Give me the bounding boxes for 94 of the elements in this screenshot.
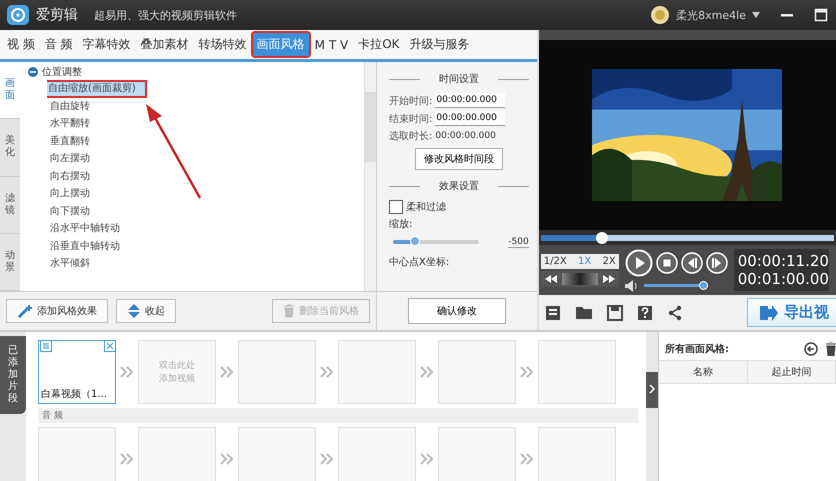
audio-track-label: 音 频 <box>42 411 63 421</box>
app-name: 爱剪辑 <box>36 6 78 24</box>
progress-bar[interactable] <box>540 235 834 241</box>
chevron-icon <box>320 453 334 465</box>
help-icon[interactable] <box>636 304 653 320</box>
chevron-icon <box>520 366 534 378</box>
trash-icon[interactable] <box>826 342 836 356</box>
video-clip[interactable]: 白幕视频（1... <box>38 340 116 404</box>
added-clips-tab[interactable]: 已添加片段 <box>0 336 26 414</box>
collapse-icon[interactable] <box>28 67 38 77</box>
effect-item[interactable]: 自由旋转 <box>20 98 364 115</box>
chevron-icon <box>420 366 434 378</box>
duration-value: 00:00:00.000 <box>435 131 496 141</box>
previous-frame-icon[interactable] <box>680 252 703 274</box>
app-slogan: 超易用、强大的视频剪辑软件 <box>94 8 237 22</box>
chevron-icon <box>120 453 134 465</box>
tab[interactable]: 字幕特效 <box>78 33 135 56</box>
chevron-icon <box>220 366 234 378</box>
effect-item[interactable]: 垂直翻转 <box>20 132 364 150</box>
tab[interactable]: 卡拉OK <box>354 33 404 56</box>
volume-icon[interactable] <box>624 280 639 292</box>
effect-item[interactable]: 向右摆动 <box>20 168 364 185</box>
field-label: 开始时间: <box>389 94 432 108</box>
stop-icon[interactable] <box>656 252 678 274</box>
effect-item[interactable]: 向左摆动 <box>20 150 364 168</box>
confirm-button[interactable]: 确认修改 <box>408 298 506 324</box>
rewind-icon[interactable] <box>544 274 557 282</box>
center-x-label: 中心点X坐标: <box>389 256 450 269</box>
chevron-icon <box>520 453 534 465</box>
chevron-right-icon <box>649 384 655 394</box>
volume-slider[interactable] <box>644 281 708 290</box>
app-logo-icon <box>6 4 30 26</box>
chevron-icon <box>420 453 434 465</box>
effect-item[interactable]: 沿水平中轴转动 <box>20 220 364 238</box>
speed-option[interactable]: 1/2X <box>544 256 567 266</box>
time-input[interactable]: 00:00:00.000 <box>435 93 506 108</box>
current-time: 00:00:11.20 <box>738 252 829 270</box>
effect-item[interactable]: 自由缩放(画面裁剪) <box>47 80 147 98</box>
panel-title: 所有画面风格: <box>665 342 730 356</box>
export-icon <box>760 304 778 320</box>
fast-forward-icon[interactable] <box>602 274 615 282</box>
back-icon[interactable] <box>804 342 818 356</box>
zoom-label: 缩放: <box>389 218 412 231</box>
jog-wheel[interactable] <box>562 272 598 284</box>
tab[interactable]: 叠加素材 <box>136 33 193 56</box>
share-icon[interactable] <box>666 304 683 320</box>
effect-item[interactable]: 水平翻转 <box>20 115 364 132</box>
total-time: 00:01:00.00 <box>738 270 829 288</box>
chevron-icon <box>320 366 334 378</box>
panel-button[interactable]: 收起 <box>116 299 176 323</box>
effect-item[interactable]: 向下摆动 <box>20 202 364 220</box>
column-header[interactable]: 起止时间 <box>748 361 836 383</box>
list-icon[interactable] <box>40 340 52 352</box>
time-input[interactable]: 00:00:00.000 <box>435 111 506 126</box>
checkbox-label: 柔和过滤 <box>406 200 446 214</box>
close-icon[interactable] <box>104 340 116 352</box>
export-video-button[interactable]: 导出视 <box>747 298 836 327</box>
scrollbar[interactable] <box>364 62 376 291</box>
effect-item[interactable]: 沿垂直中轴转动 <box>20 238 364 255</box>
magic-wand-icon <box>17 304 33 318</box>
zoom-value: -500 <box>508 236 529 248</box>
collapse-arrows-icon <box>127 303 141 319</box>
next-frame-icon[interactable] <box>706 252 728 274</box>
section-heading: 时间设置 <box>438 74 479 85</box>
expand-panel-button[interactable] <box>646 372 658 408</box>
tab[interactable]: 升级与服务 <box>406 33 474 56</box>
save-icon[interactable] <box>606 304 623 320</box>
modify-time-button[interactable]: 修改风格时间段 <box>414 148 503 170</box>
speed-option[interactable]: 2X <box>602 256 616 266</box>
clip-label: 白幕视频（1... <box>41 388 107 401</box>
new-project-icon[interactable] <box>544 304 561 320</box>
checkbox[interactable] <box>389 200 403 214</box>
maximize-icon[interactable] <box>814 8 828 22</box>
user-menu[interactable]: 柔光8xme4le <box>676 8 746 22</box>
chevron-icon <box>220 453 234 465</box>
panel-button[interactable]: 添加风格效果 <box>6 299 108 323</box>
dropdown-caret-icon[interactable] <box>752 12 760 18</box>
field-label: 选取时长: <box>389 130 432 143</box>
tab[interactable]: 转场特效 <box>194 33 251 56</box>
effect-item[interactable]: 水平倾斜 <box>20 255 364 272</box>
tab[interactable]: M T V <box>310 34 352 54</box>
folder-icon[interactable] <box>574 305 593 320</box>
field-label: 结束时间: <box>389 112 432 126</box>
avatar-icon <box>650 5 670 25</box>
group-label: 位置调整 <box>42 66 82 79</box>
chevron-icon <box>120 366 134 378</box>
section-heading: 效果设置 <box>438 181 479 192</box>
side-tab[interactable]: 画面 <box>0 62 20 120</box>
column-header[interactable]: 名称 <box>659 361 748 383</box>
tab[interactable]: 视 频 <box>3 33 39 56</box>
play-icon[interactable] <box>624 248 653 276</box>
effect-item[interactable]: 向上摆动 <box>20 185 364 202</box>
trash-icon <box>283 304 295 318</box>
tab[interactable]: 音 频 <box>40 33 77 56</box>
